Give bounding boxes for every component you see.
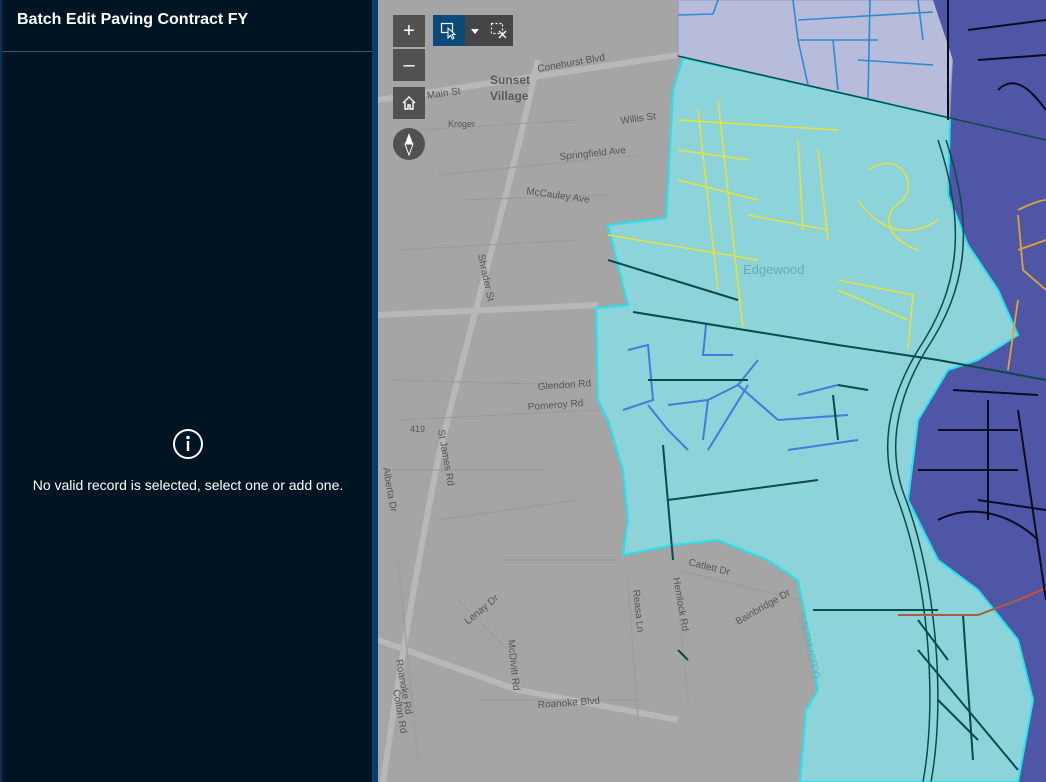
empty-state: No valid record is selected, select one … xyxy=(2,428,374,493)
compass-button[interactable] xyxy=(393,128,425,160)
label-kroger: Kroger xyxy=(448,119,475,129)
label-mcauley: McCauley Ave xyxy=(526,186,591,206)
zoom-in-button[interactable]: + xyxy=(393,15,425,47)
label-springfield: Springfield Ave xyxy=(559,145,627,163)
panel-title: Batch Edit Paving Contract FY xyxy=(17,11,249,28)
info-icon xyxy=(172,428,204,460)
compass-icon xyxy=(404,133,414,156)
map-view[interactable]: Sunset Village E Main St Conehurst Blvd … xyxy=(378,0,1046,782)
panel-header: Batch Edit Paving Contract FY xyxy=(2,0,372,52)
home-button[interactable] xyxy=(393,87,425,119)
label-catlett: Catlett Dr xyxy=(687,557,731,578)
zoom-out-button[interactable]: – xyxy=(393,49,425,81)
home-icon xyxy=(402,96,416,110)
label-glendon: Glendon Rd xyxy=(537,378,591,393)
label-reasa: Reasa Ln xyxy=(630,589,645,633)
label-hemlock: Hemlock Rd xyxy=(670,577,690,633)
select-dropdown-button[interactable] xyxy=(465,15,485,46)
select-button[interactable] xyxy=(433,15,465,46)
clear-selection-icon xyxy=(490,22,507,38)
label-village: Village xyxy=(490,89,529,103)
select-cursor-icon xyxy=(440,22,457,40)
clear-selection-button[interactable] xyxy=(485,15,513,46)
label-willis: Willis St xyxy=(620,111,657,127)
map-canvas: Sunset Village E Main St Conehurst Blvd … xyxy=(378,0,1046,782)
empty-message: No valid record is selected, select one … xyxy=(32,477,344,493)
selection-toolbar xyxy=(433,15,513,46)
label-bainbridge: Bainbridge Dr xyxy=(734,587,793,627)
label-route419: 419 xyxy=(410,424,425,434)
caret-down-icon xyxy=(471,28,479,34)
batch-edit-panel: Batch Edit Paving Contract FY No valid r… xyxy=(0,0,372,782)
label-edgewood: Edgewood xyxy=(743,262,804,277)
label-alberta: Alberta Dr xyxy=(380,467,399,514)
label-sunset: Sunset xyxy=(490,73,530,87)
